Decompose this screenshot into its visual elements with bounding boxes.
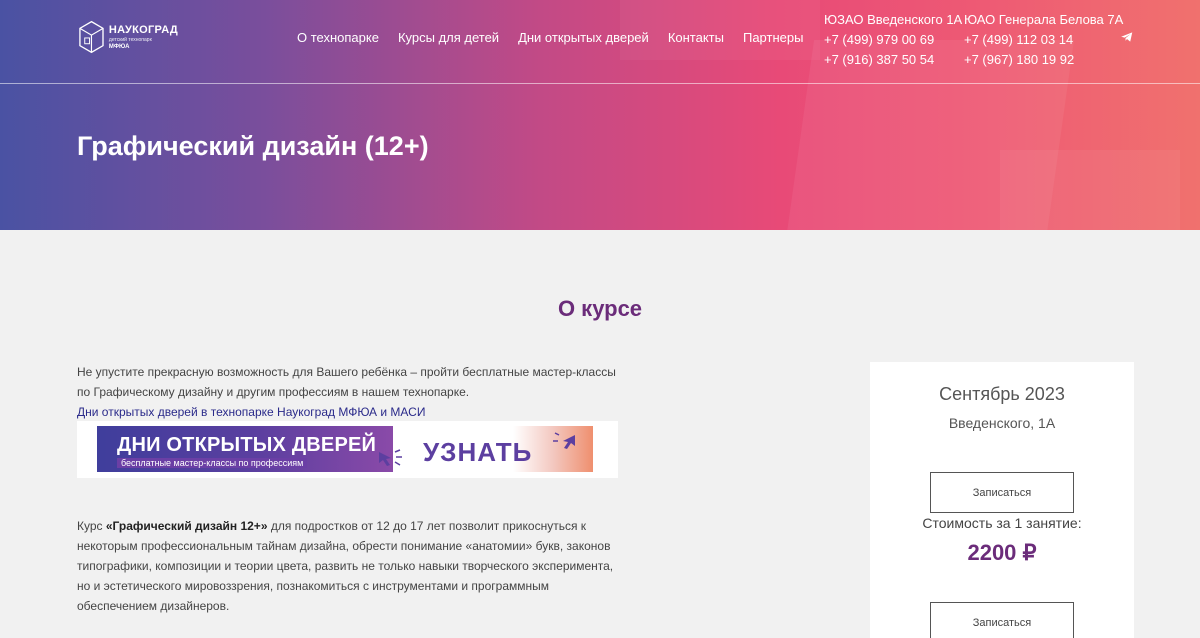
open-days-link[interactable]: Дни открытых дверей в технопарке Наукогр… (77, 402, 425, 422)
enrollment-card: Сентябрь 2023 Введенского, 1А Записаться… (870, 362, 1134, 638)
course-location: Введенского, 1А (948, 415, 1056, 431)
hero-background-shape (1000, 150, 1180, 230)
contact-phone[interactable]: +7 (499) 979 00 69 (824, 30, 962, 50)
cost-label: Стоимость за 1 занятие: (922, 515, 1082, 531)
contact-address: ЮАО Генерала Белова 7А (964, 12, 1124, 27)
course-start-date: Сентябрь 2023 (939, 384, 1065, 404)
contact-phone[interactable]: +7 (967) 180 19 92 (964, 50, 1123, 70)
course-name: «Графический дизайн 12+» (105, 519, 268, 533)
cursor-arrow-icon (379, 449, 402, 466)
logo-name: НАУКОГРАД (108, 23, 178, 36)
course-description: Курс «Графический дизайн 12+» для подрос… (77, 516, 622, 616)
intro-text: Не упустите прекрасную возможность для В… (77, 365, 616, 399)
logo[interactable]: НАУКОГРАД детский технопарк МФЮА (78, 18, 178, 56)
banner-content: ДНИ ОТКРЫТЫХ ДВЕРЕЙ бесплатные мастер-кл… (97, 426, 593, 472)
contact-block-vvedenskogo: ЮЗАО Введенского 1А +7 (499) 979 00 69 +… (824, 10, 962, 70)
signup-button[interactable]: Записаться (930, 472, 1074, 513)
logo-subtitle: детский технопарк (108, 36, 152, 43)
page-title: Графический дизайн (12+) (77, 131, 429, 161)
contact-address: ЮЗАО Введенского 1А (824, 12, 963, 27)
nav-item-contacts[interactable]: Контакты (668, 30, 724, 45)
telegram-icon[interactable] (1120, 30, 1134, 44)
contact-block-belova: ЮАО Генерала Белова 7А +7 (499) 112 03 1… (964, 10, 1123, 70)
logo-org: МФЮА (108, 43, 130, 50)
nav-item-courses[interactable]: Курсы для детей (398, 30, 499, 45)
cursor-arrow-icon (553, 432, 575, 449)
course-text: для подростков от 12 до 17 лет позволит … (77, 519, 614, 613)
price: 2200 ₽ (967, 540, 1037, 565)
banner-title: ДНИ ОТКРЫТЫХ ДВЕРЕЙ (117, 434, 377, 456)
nav-item-partners[interactable]: Партнеры (743, 30, 803, 45)
header: НАУКОГРАД детский технопарк МФЮА О техно… (0, 0, 1200, 84)
banner-left-panel: ДНИ ОТКРЫТЫХ ДВЕРЕЙ бесплатные мастер-кл… (97, 426, 393, 472)
nav-item-open-days[interactable]: Дни открытых дверей (518, 30, 649, 45)
contact-phone[interactable]: +7 (499) 112 03 14 (964, 30, 1123, 50)
course-prefix: Курс (77, 519, 106, 533)
banner-cta: УЗНАТЬ (423, 437, 533, 467)
contact-phone[interactable]: +7 (916) 387 50 54 (824, 50, 962, 70)
main-nav: О технопарке Курсы для детей Дни открыты… (297, 30, 803, 45)
signup-button-secondary[interactable]: Записаться (930, 602, 1074, 638)
section-title-about: О курсе (557, 296, 643, 321)
hero-banner: НАУКОГРАД детский технопарк МФЮА О техно… (0, 0, 1200, 230)
banner-subtitle: бесплатные мастер-классы по профессиям (117, 458, 308, 468)
open-days-banner[interactable]: ДНИ ОТКРЫТЫХ ДВЕРЕЙ бесплатные мастер-кл… (77, 421, 618, 478)
logo-cube-icon (79, 20, 104, 54)
nav-item-about[interactable]: О технопарке (297, 30, 379, 45)
banner-right-panel: УЗНАТЬ (379, 426, 593, 472)
logo-text: НАУКОГРАД детский технопарк МФЮА (108, 23, 178, 50)
